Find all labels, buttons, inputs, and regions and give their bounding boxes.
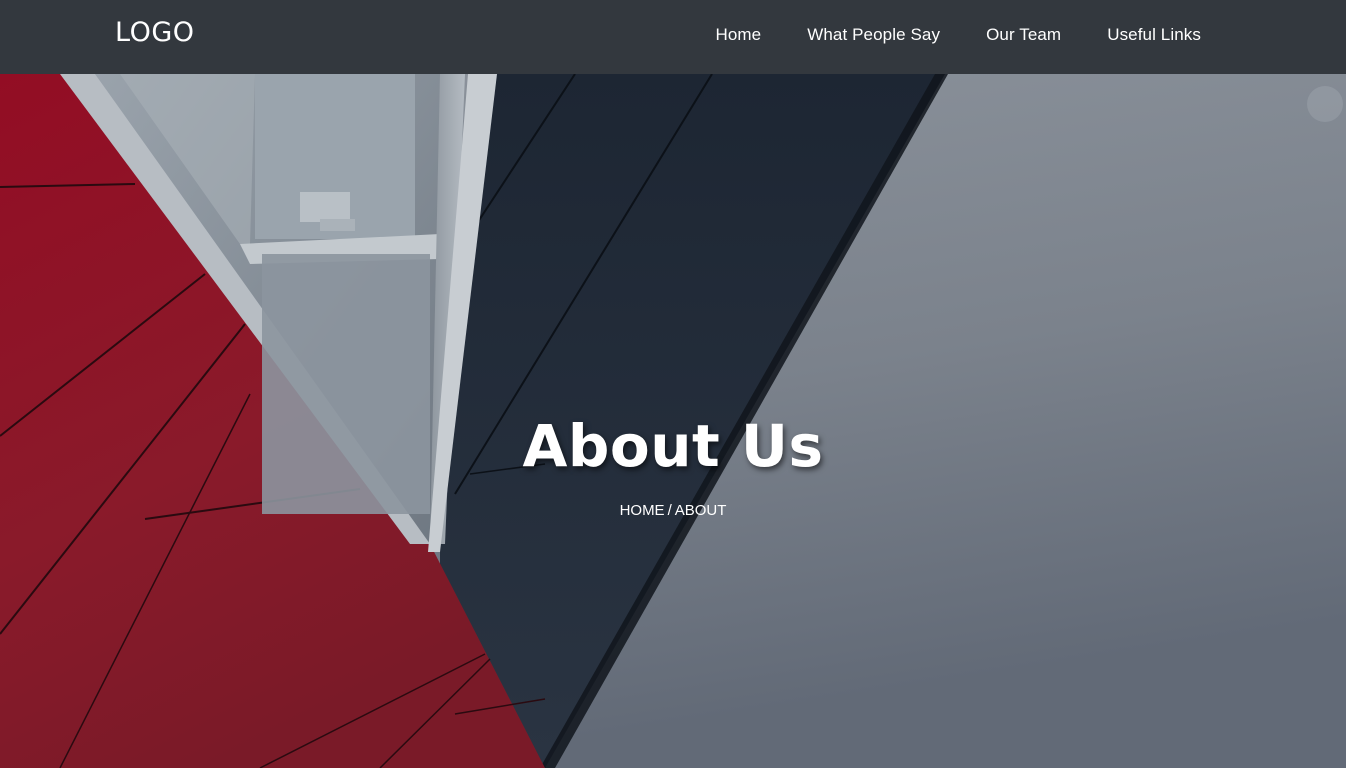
nav-link-what-people-say[interactable]: What People Say <box>807 25 940 44</box>
hero-banner: About Us HOME / ABOUT <box>0 74 1346 768</box>
nav-item-team: Our Team <box>986 25 1061 45</box>
breadcrumb-home-link[interactable]: HOME <box>620 502 665 519</box>
nav-link-our-team[interactable]: Our Team <box>986 25 1061 44</box>
nav-item-links: Useful Links <box>1107 25 1201 45</box>
nav-item-home: Home <box>715 25 761 45</box>
nav-item-testimonials: What People Say <box>807 25 940 45</box>
breadcrumb: HOME / ABOUT <box>0 502 1346 519</box>
logo[interactable]: LOGO <box>115 17 195 48</box>
nav-link-home[interactable]: Home <box>715 25 761 44</box>
nav-link-useful-links[interactable]: Useful Links <box>1107 25 1201 44</box>
hero-content: About Us HOME / ABOUT <box>0 74 1346 768</box>
top-navbar: LOGO Home What People Say Our Team Usefu… <box>0 0 1346 74</box>
breadcrumb-separator: / <box>667 502 672 519</box>
breadcrumb-current: ABOUT <box>674 502 727 519</box>
page-title: About Us <box>522 412 824 480</box>
nav-menu: Home What People Say Our Team Useful Lin… <box>715 25 1201 45</box>
